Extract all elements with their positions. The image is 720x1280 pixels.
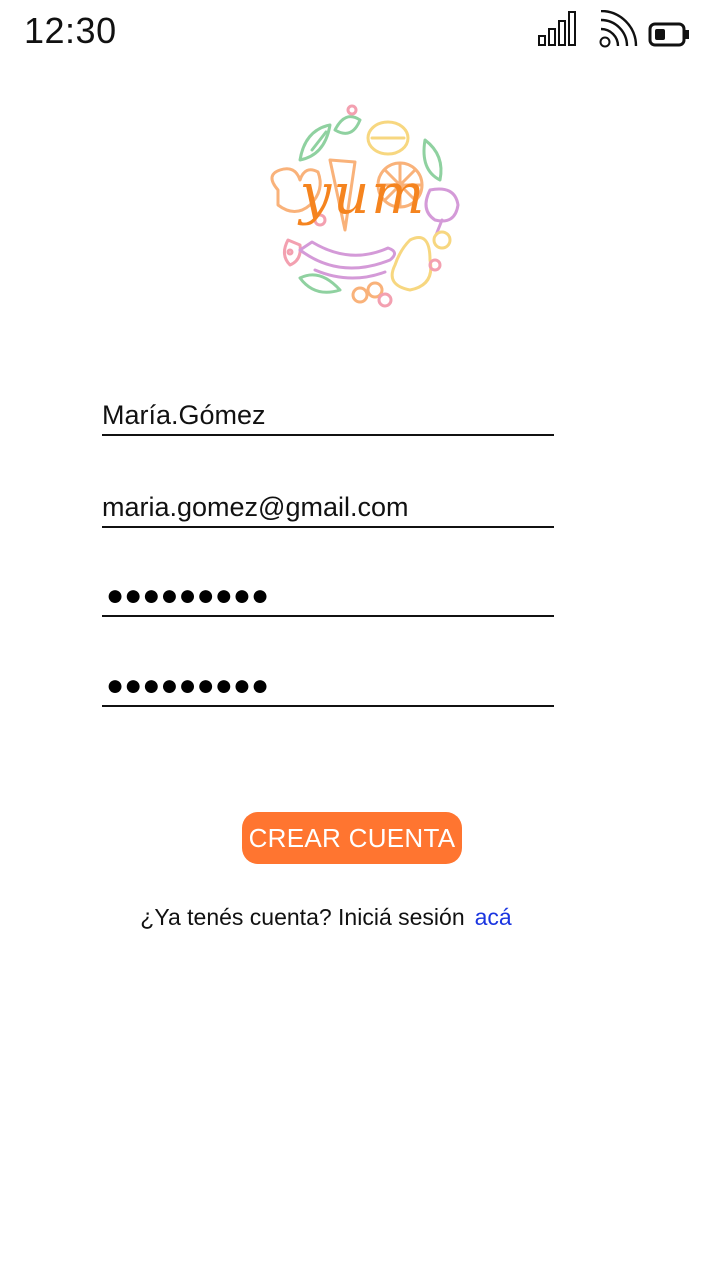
login-prompt: ¿Ya tenés cuenta? Iniciá sesión acá xyxy=(0,904,652,931)
email-value: maria.gomez@gmail.com xyxy=(102,492,409,522)
create-account-button[interactable]: CREAR CUENTA xyxy=(242,812,462,864)
status-time: 12:30 xyxy=(24,10,117,51)
confirm-password-field[interactable]: ●●●●●●●●● xyxy=(102,665,554,707)
password-field[interactable]: ●●●●●●●●● xyxy=(102,575,554,617)
username-field[interactable]: María.Gómez xyxy=(102,394,554,436)
status-bar: 12:30 xyxy=(0,0,720,64)
battery-icon xyxy=(648,22,689,47)
email-field[interactable]: maria.gomez@gmail.com xyxy=(102,486,554,528)
signal-icon xyxy=(538,11,576,46)
password-mask: ●●●●●●●●● xyxy=(106,579,270,612)
login-link[interactable]: acá xyxy=(475,904,512,930)
yum-logo: yum xyxy=(260,100,466,310)
logo-text: yum xyxy=(299,162,427,227)
wifi-icon xyxy=(599,10,638,48)
confirm-password-mask: ●●●●●●●●● xyxy=(106,669,270,702)
username-value: María.Gómez xyxy=(102,400,266,430)
login-prompt-text: ¿Ya tenés cuenta? Iniciá sesión xyxy=(140,904,465,930)
